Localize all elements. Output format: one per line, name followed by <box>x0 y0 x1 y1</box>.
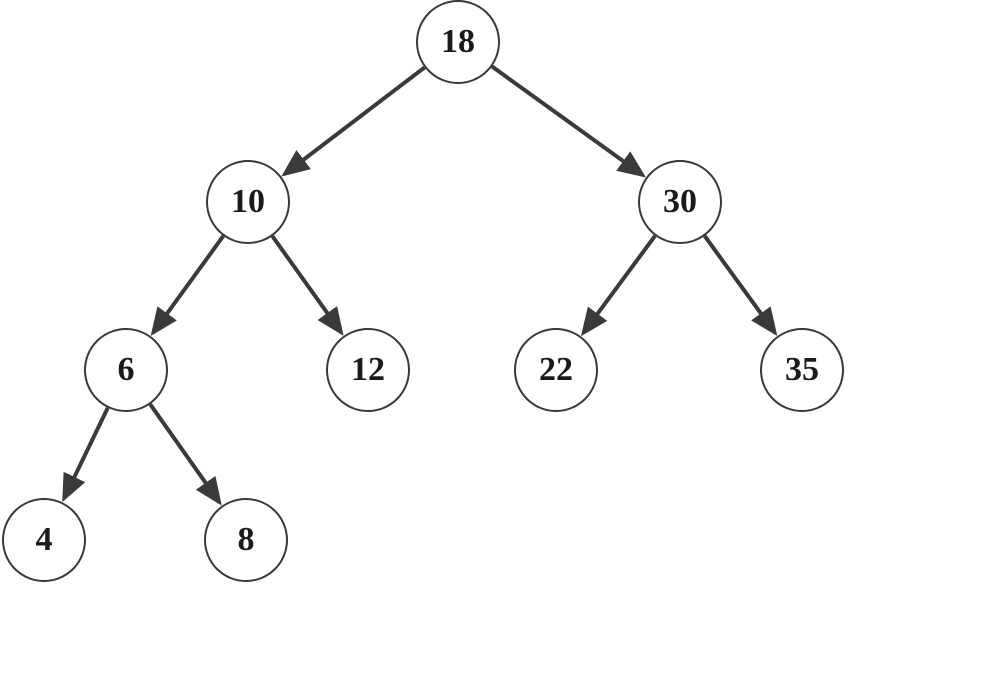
tree-node: 35 <box>760 328 844 412</box>
tree-node: 12 <box>326 328 410 412</box>
tree-node: 22 <box>514 328 598 412</box>
tree-node-value: 18 <box>441 23 475 61</box>
tree-node-value: 4 <box>36 521 53 559</box>
tree-node-value: 6 <box>118 351 135 389</box>
tree-node-value: 8 <box>238 521 255 559</box>
tree-node: 6 <box>84 328 168 412</box>
tree-edge <box>272 236 341 332</box>
tree-edge <box>705 236 775 333</box>
tree-node-value: 30 <box>663 183 697 221</box>
tree-edge <box>583 236 655 333</box>
tree-node-value: 10 <box>231 183 265 221</box>
tree-edge <box>492 67 643 176</box>
tree-node-value: 22 <box>539 351 573 389</box>
tree-node-value: 35 <box>785 351 819 389</box>
tree-edge <box>150 404 219 502</box>
tree-node: 30 <box>638 160 722 244</box>
tree-node: 8 <box>204 498 288 582</box>
tree-edge <box>153 236 223 333</box>
tree-edge <box>285 67 425 174</box>
tree-node: 18 <box>416 0 500 84</box>
tree-node-value: 12 <box>351 351 385 389</box>
tree-node: 4 <box>2 498 86 582</box>
tree-node: 10 <box>206 160 290 244</box>
tree-edge <box>64 408 108 499</box>
